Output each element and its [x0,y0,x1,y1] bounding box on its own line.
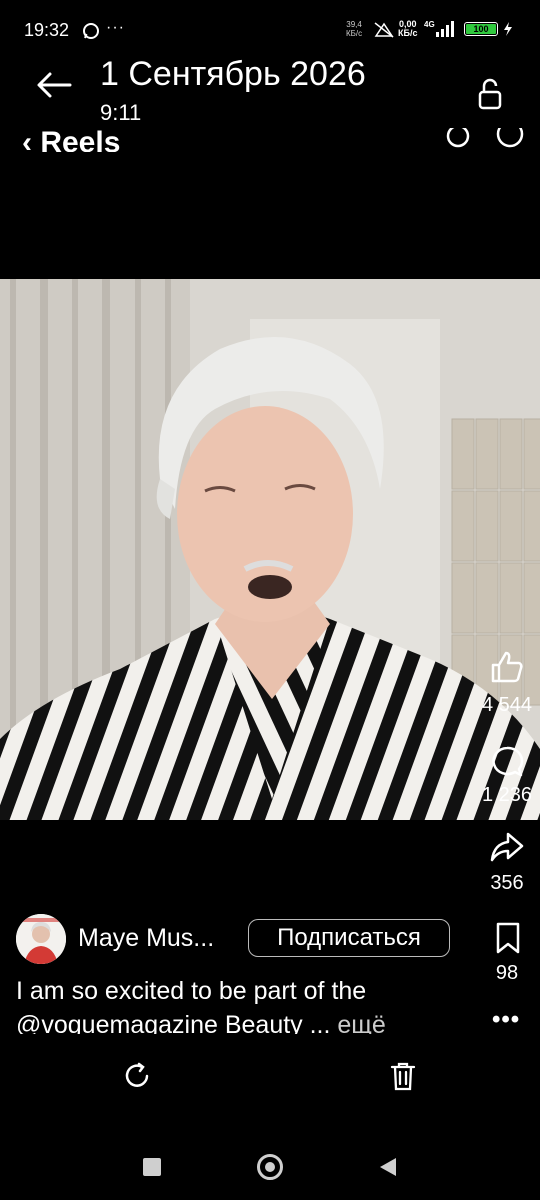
unlock-icon[interactable] [478,78,502,110]
like-icon[interactable] [490,650,524,684]
delete-icon[interactable] [390,1061,416,1091]
reel-video[interactable] [0,279,540,820]
gallery-date-title: 1 Сентябрь 2026 [100,55,366,93]
status-time: 19:32 [24,20,70,40]
save-count: 98 [495,962,519,984]
battery-icon: 100 [464,22,498,36]
bookmark-icon[interactable] [495,922,521,954]
author-avatar[interactable] [16,914,66,964]
reels-title-partial: ‹ Reels [22,126,121,152]
network-speed-right: 0,00 КБ/с [398,19,418,38]
share-icon[interactable] [490,832,524,862]
post-caption[interactable]: I am so excited to be part of the @vogue… [16,974,456,1034]
charging-icon [503,22,513,36]
signal-icon [434,20,458,38]
mute-icon [374,22,394,38]
caption-text: I am so excited to be part of the @vogue… [16,977,367,1034]
recent-apps-button[interactable] [143,1158,161,1176]
back-button[interactable] [378,1156,398,1178]
camera-icon-partial [446,128,526,154]
whatsapp-icon [82,22,100,40]
author-name[interactable]: Maye Mus... [78,924,214,953]
comment-count: 1 236 [481,784,533,806]
notification-more-icon: ··· [106,19,125,36]
home-button-dot [265,1162,275,1172]
caption-more-link[interactable]: ещё [330,1011,385,1034]
like-count: 4 544 [481,694,533,716]
more-options-icon[interactable]: ••• [492,1006,520,1034]
back-arrow-icon[interactable] [36,70,72,100]
status-bar: 19:32 ··· 39,4 КБ/с 0,00 КБ/с 4G 100 [0,0,540,60]
refresh-icon[interactable] [122,1061,152,1091]
gallery-time-subtitle: 9:11 [100,100,142,125]
network-speed-left: 39,4 КБ/с [346,20,363,38]
comment-icon[interactable] [490,745,524,779]
share-count: 356 [490,872,524,894]
battery-level: 100 [466,24,496,34]
follow-button[interactable]: Подписаться [248,919,450,957]
